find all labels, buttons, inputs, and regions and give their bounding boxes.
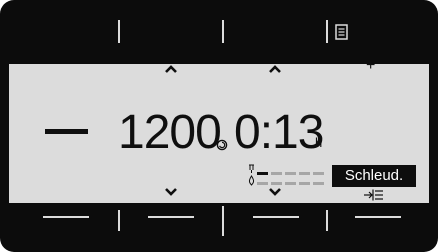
level-bar-5 [313,172,324,175]
menu-icon [335,24,348,40]
speed-up-arrow-icon[interactable] [164,64,178,74]
level-bar-4 [299,172,310,175]
top-divider-3 [326,20,328,43]
water-level-icon [248,164,255,186]
control-panel: + 1200 0:13 h Schleud. [0,0,438,252]
level-bar-10 [313,182,324,185]
plus-button[interactable]: + [366,58,375,74]
bottom-button-bar-4[interactable] [355,216,401,218]
program-label-badge: Schleud. [332,165,416,187]
top-divider-1 [118,20,120,43]
bottom-button-bar-3[interactable] [253,216,299,218]
top-divider-2 [222,20,224,43]
time-up-arrow-icon[interactable] [268,64,282,74]
level-bar-7 [271,182,282,185]
bottom-button-bar-1[interactable] [43,216,89,218]
speed-down-arrow-icon[interactable] [164,187,178,197]
bottom-divider-1 [118,210,120,231]
level-bar-8 [285,182,296,185]
spin-icon [216,139,228,151]
menu-button[interactable] [333,22,351,42]
level-bar-9 [299,182,310,185]
level-bar-3 [285,172,296,175]
arrow-to-list-icon[interactable] [362,188,384,202]
bottom-divider-2 [222,206,224,236]
bottom-divider-3 [326,210,328,231]
spin-speed-value: 1200 [118,106,222,159]
time-unit: h [315,135,323,150]
program-dash [45,129,88,134]
bottom-button-bar-2[interactable] [148,216,194,218]
level-bar-1 [257,172,268,175]
remaining-time-value: 0:13 [234,106,324,159]
level-bar-6 [257,182,268,185]
level-bar-2 [271,172,282,175]
time-down-arrow-icon[interactable] [268,187,282,197]
